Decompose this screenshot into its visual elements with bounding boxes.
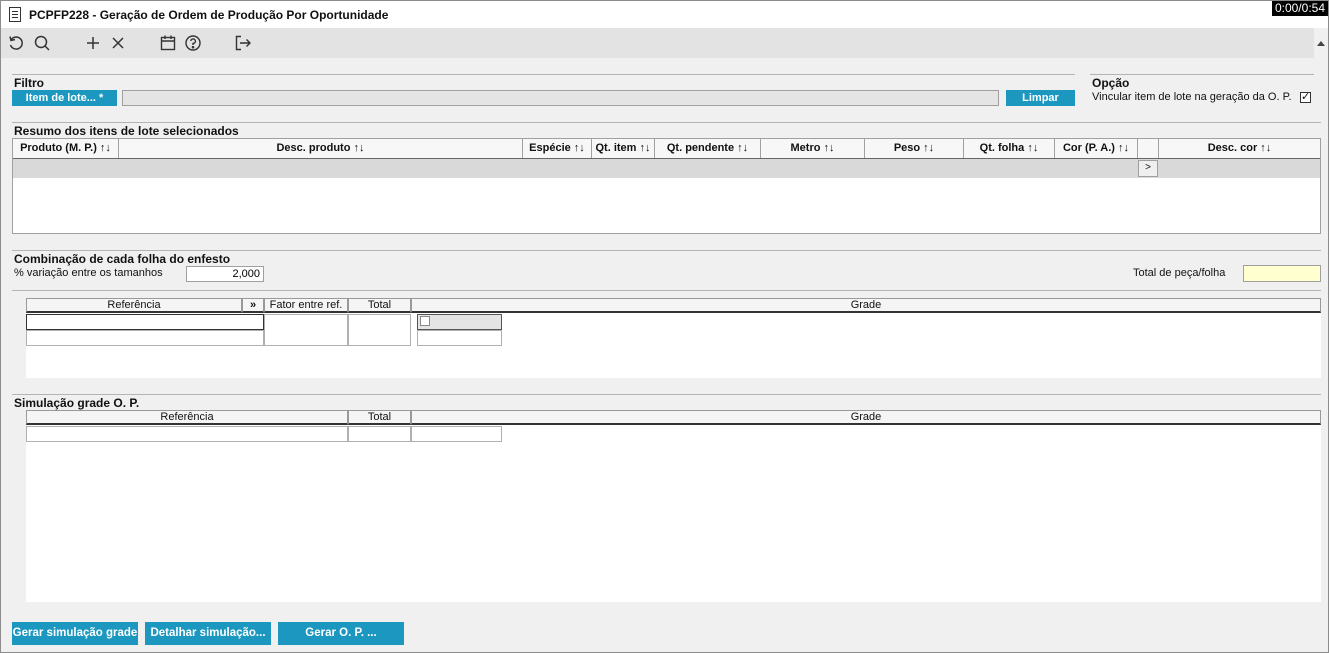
limpar-button[interactable]: Limpar: [1006, 90, 1075, 106]
sim-col-grade[interactable]: Grade: [411, 410, 1321, 425]
filtro-divider: [12, 74, 1075, 75]
simulacao-title: Simulação grade O. P.: [14, 396, 140, 410]
comb-referencia-input[interactable]: [26, 314, 264, 330]
simulacao-divider: [12, 394, 1321, 395]
comb-col-fator[interactable]: Fator entre ref.: [264, 298, 348, 313]
timer-badge: 0:00/0:54: [1271, 1, 1328, 16]
col-desc-cor[interactable]: Desc. cor ↑↓: [1159, 139, 1320, 158]
comb-fator-cell[interactable]: [264, 314, 348, 346]
table-row[interactable]: >: [13, 159, 1320, 178]
detalhar-simulacao-button[interactable]: Detalhar simulação...: [145, 622, 271, 645]
window-title: PCPFP228 - Geração de Ordem de Produção …: [29, 8, 389, 22]
col-qt-item[interactable]: Qt. item ↑↓: [592, 139, 655, 158]
col-desc-produto[interactable]: Desc. produto ↑↓: [119, 139, 523, 158]
comb-grade-cell[interactable]: [417, 330, 502, 346]
exit-icon[interactable]: [234, 34, 252, 52]
resumo-grid-header: Produto (M. P.) ↑↓ Desc. produto ↑↓ Espé…: [13, 139, 1320, 159]
calendar-icon[interactable]: [159, 34, 177, 52]
sim-total-cell: [348, 426, 411, 442]
comb-grade-checkbox[interactable]: [420, 316, 430, 326]
comb-col-referencia[interactable]: Referência: [26, 298, 242, 313]
variacao-input[interactable]: [186, 266, 264, 282]
variacao-label: % variação entre os tamanhos: [14, 267, 163, 279]
row-detail-button[interactable]: >: [1138, 160, 1158, 177]
comb-referencia-cell[interactable]: [26, 330, 264, 346]
col-blank: [1138, 139, 1159, 158]
opcao-divider: [1090, 74, 1314, 75]
col-qt-folha[interactable]: Qt. folha ↑↓: [964, 139, 1055, 158]
main-window: PCPFP228 - Geração de Ordem de Produção …: [0, 0, 1329, 653]
col-produto[interactable]: Produto (M. P.) ↑↓: [13, 139, 119, 158]
vincular-label: Vincular item de lote na geração da O. P…: [1092, 91, 1292, 103]
filtro-title: Filtro: [14, 76, 44, 90]
col-cor[interactable]: Cor (P. A.) ↑↓: [1055, 139, 1138, 158]
sim-col-referencia[interactable]: Referência: [26, 410, 348, 425]
opcao-title: Opção: [1092, 76, 1130, 90]
refresh-icon[interactable]: [7, 34, 25, 52]
col-peso[interactable]: Peso ↑↓: [865, 139, 964, 158]
item-lote-button[interactable]: Item de lote... *: [12, 90, 117, 106]
combinacao-title: Combinação de cada folha do enfesto: [14, 252, 231, 266]
combinacao-grid: Referência » Fator entre ref. Total Grad…: [26, 298, 1321, 378]
simulacao-grid: Referência Total Grade: [26, 410, 1321, 602]
total-peca-label: Total de peça/folha: [1133, 267, 1226, 279]
gerar-op-button[interactable]: Gerar O. P. ...: [278, 622, 404, 645]
resumo-divider: [12, 122, 1321, 123]
close-icon[interactable]: [109, 34, 127, 52]
item-lote-field[interactable]: [122, 90, 999, 106]
sim-referencia-cell[interactable]: [26, 426, 348, 442]
toolbar-scroll-up[interactable]: [1314, 28, 1328, 58]
col-qt-pendente[interactable]: Qt. pendente ↑↓: [655, 139, 761, 158]
comb-expand-button[interactable]: »: [242, 298, 264, 313]
toolbar: [1, 28, 1328, 58]
total-peca-field[interactable]: [1243, 265, 1321, 282]
sim-col-total[interactable]: Total: [348, 410, 411, 425]
help-icon[interactable]: [184, 34, 202, 52]
combinacao-grid-divider: [12, 290, 1321, 291]
comb-col-total[interactable]: Total: [348, 298, 411, 313]
sim-grade-cell[interactable]: [411, 426, 502, 442]
comb-grade-header-cell[interactable]: [417, 314, 502, 330]
document-icon: [9, 7, 21, 22]
search-icon[interactable]: [33, 34, 51, 52]
add-icon[interactable]: [84, 34, 102, 52]
resumo-title: Resumo dos itens de lote selecionados: [14, 124, 239, 138]
gerar-simulacao-button[interactable]: Gerar simulação grade: [12, 622, 138, 645]
comb-col-grade[interactable]: Grade: [411, 298, 1321, 313]
comb-total-cell: [348, 314, 411, 346]
col-metro[interactable]: Metro ↑↓: [761, 139, 865, 158]
combinacao-divider: [12, 250, 1321, 251]
resumo-grid: Produto (M. P.) ↑↓ Desc. produto ↑↓ Espé…: [12, 138, 1321, 234]
vincular-checkbox[interactable]: [1300, 90, 1311, 103]
col-especie[interactable]: Espécie ↑↓: [523, 139, 592, 158]
title-bar: PCPFP228 - Geração de Ordem de Produção …: [1, 1, 1328, 28]
